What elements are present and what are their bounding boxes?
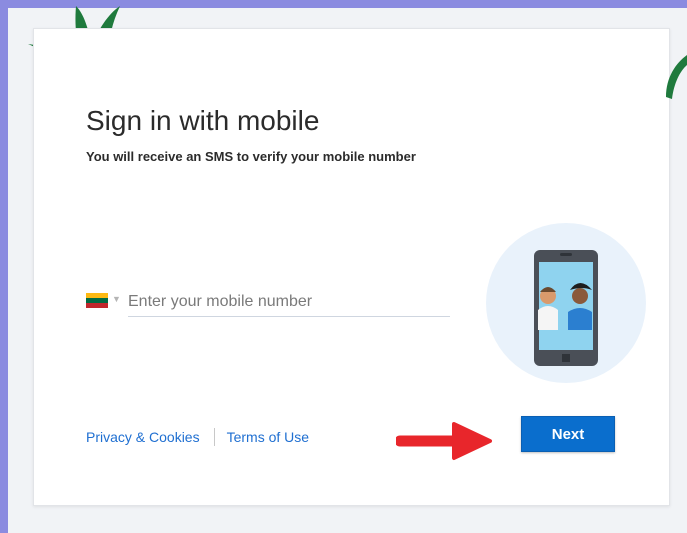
green-brush-stroke-decoration-right xyxy=(666,55,687,99)
page-subtitle: You will receive an SMS to verify your m… xyxy=(86,149,416,164)
terms-of-use-link[interactable]: Terms of Use xyxy=(227,429,309,445)
link-divider xyxy=(213,428,215,446)
sign-in-card: Sign in with mobile You will receive an … xyxy=(33,28,670,506)
mobile-number-input[interactable] xyxy=(128,288,450,317)
phone-people-illustration xyxy=(486,223,646,383)
chevron-down-icon: ▼ xyxy=(112,294,121,304)
privacy-cookies-link[interactable]: Privacy & Cookies xyxy=(86,429,200,445)
lithuania-flag-icon xyxy=(86,293,108,308)
page-title: Sign in with mobile xyxy=(86,105,320,136)
next-button[interactable]: Next xyxy=(521,416,615,452)
footer-links: Privacy & Cookies Terms of Use xyxy=(86,427,309,447)
country-code-selector[interactable]: ▼ xyxy=(86,291,122,311)
red-arrow-annotation-icon xyxy=(396,422,492,460)
